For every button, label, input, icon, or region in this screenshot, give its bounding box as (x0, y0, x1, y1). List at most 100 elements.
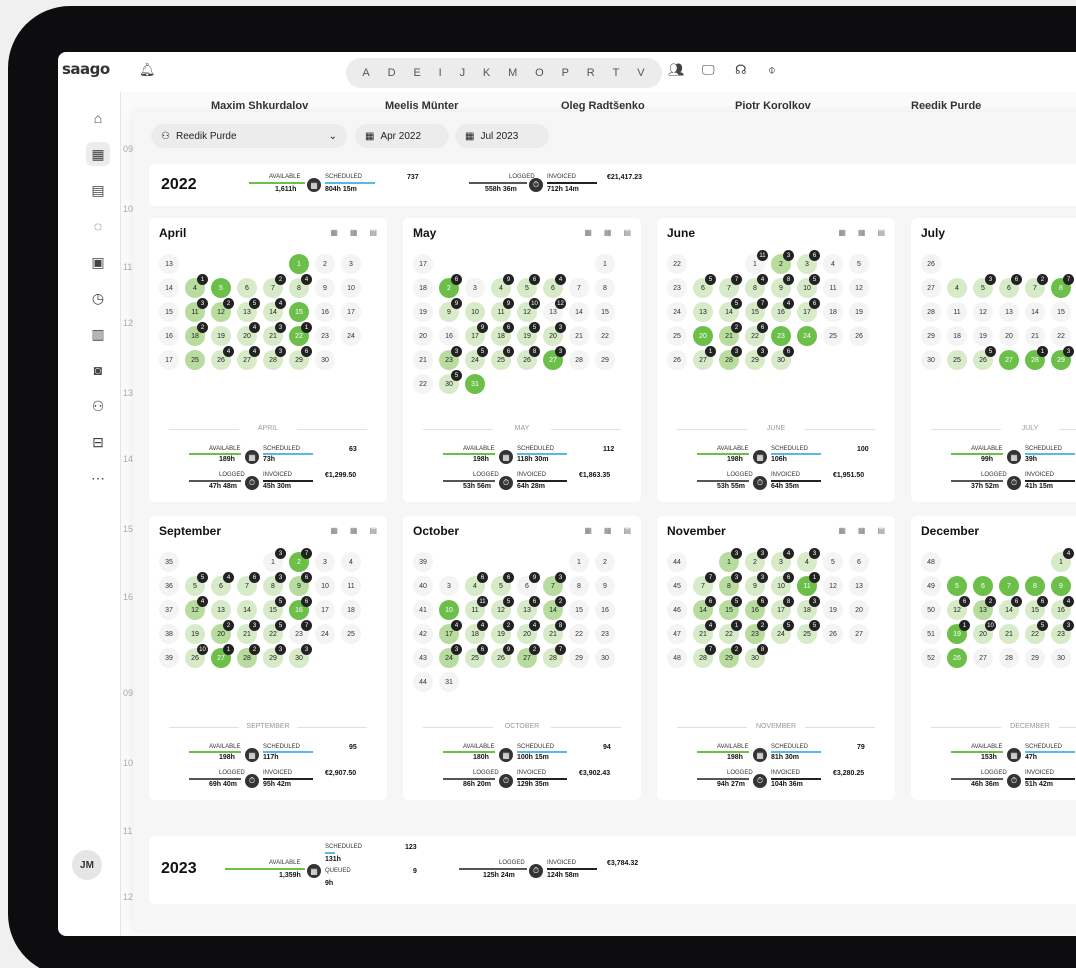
day-cell[interactable]: 4 (341, 552, 361, 572)
day-cell[interactable]: 11 (823, 278, 843, 298)
day-cell[interactable]: 18 2 (185, 322, 208, 346)
letter-filter-a[interactable]: A (362, 67, 370, 79)
day-cell[interactable]: 21 2 (719, 322, 742, 346)
day-cell[interactable]: 23 7 (289, 620, 312, 644)
day-cell[interactable]: 30 (315, 350, 335, 370)
day-cell[interactable]: 28 (999, 648, 1019, 668)
day-cell[interactable]: 9 (595, 576, 615, 596)
day-cell[interactable]: 27 (849, 624, 869, 644)
day-cell[interactable]: 7 (999, 576, 1019, 596)
day-cell[interactable]: 1 (289, 254, 309, 274)
day-cell[interactable]: 25 (341, 624, 361, 644)
day-cell[interactable]: 5 (823, 552, 843, 572)
day-cell[interactable]: 13 5 (237, 298, 260, 322)
day-cell[interactable]: 15 7 (745, 298, 768, 322)
day-cell[interactable]: 11 11 (465, 596, 488, 620)
day-cell[interactable]: 17 4 (439, 620, 462, 644)
day-cell[interactable]: 29 (569, 648, 589, 668)
day-cell[interactable]: 49 (491, 274, 514, 298)
day-cell[interactable]: 10 (315, 576, 335, 596)
calendar-icon[interactable]: ▦ (86, 142, 110, 166)
day-cell[interactable]: 24 (797, 326, 817, 346)
day-cell[interactable]: 24 (341, 326, 361, 346)
day-cell[interactable]: 20 2 (211, 620, 234, 644)
day-cell[interactable]: 23 (771, 326, 791, 346)
day-cell[interactable]: 25 6 (491, 346, 514, 370)
more-icon[interactable]: ⋯ (86, 466, 110, 490)
calendar-icon[interactable]: ▦ (330, 228, 338, 237)
day-cell[interactable]: 10 6 (771, 572, 794, 596)
day-cell[interactable]: 30 6 (771, 346, 794, 370)
calendar-check-icon[interactable]: ▦ (858, 526, 866, 535)
letter-filter-i[interactable]: I (439, 67, 443, 79)
day-cell[interactable]: 22 5 (263, 620, 286, 644)
day-cell[interactable]: 25 (185, 350, 205, 370)
day-cell[interactable]: 26 (849, 326, 869, 346)
clipboard-icon[interactable]: ▤ (86, 178, 110, 202)
day-cell[interactable]: 8 (595, 278, 615, 298)
day-cell[interactable]: 13 (719, 548, 742, 572)
day-cell[interactable]: 16 (439, 326, 459, 346)
day-cell[interactable]: 22 6 (745, 322, 768, 346)
calendar-icon[interactable]: ▦ (330, 526, 338, 535)
day-cell[interactable]: 18 (947, 326, 967, 346)
day-cell[interactable]: 1 (595, 254, 615, 274)
day-cell[interactable]: 77 (719, 274, 742, 298)
day-cell[interactable]: 20 (693, 326, 713, 346)
day-cell[interactable]: 29 6 (289, 346, 312, 370)
day-cell[interactable]: 4 (947, 278, 967, 298)
day-cell[interactable]: 18 (341, 600, 361, 620)
day-cell[interactable]: 2 (595, 552, 615, 572)
day-cell[interactable]: 27 1 (693, 346, 716, 370)
day-cell[interactable]: 19 (823, 600, 843, 620)
day-cell[interactable]: 15 6 (1025, 596, 1048, 620)
day-cell[interactable]: 43 (797, 548, 820, 572)
day-cell[interactable]: 26 10 (185, 644, 208, 668)
calendar-check-icon[interactable]: ▦ (350, 228, 358, 237)
day-cell[interactable]: 2 (315, 254, 335, 274)
day-cell[interactable]: 9 (1051, 576, 1071, 596)
day-cell[interactable]: 30 8 (745, 644, 768, 668)
day-cell[interactable]: 84 (745, 274, 768, 298)
day-cell[interactable]: 26 4 (211, 346, 234, 370)
day-cell[interactable]: 41 (185, 274, 208, 298)
day-cell[interactable]: 1 (569, 552, 589, 572)
day-cell[interactable]: 69 (517, 572, 540, 596)
day-cell[interactable]: 12 5 (491, 596, 514, 620)
day-cell[interactable]: 6 (849, 552, 869, 572)
day-cell[interactable]: 83 (263, 572, 286, 596)
day-cell[interactable]: 17 6 (797, 298, 820, 322)
day-cell[interactable]: 27 (999, 350, 1019, 370)
day-cell[interactable]: 17 (315, 600, 335, 620)
calendar-check-icon[interactable]: ▦ (858, 228, 866, 237)
day-cell[interactable]: 30 3 (289, 644, 312, 668)
mouse-icon[interactable]: ⌽ (768, 62, 776, 78)
day-cell[interactable]: 17 8 (771, 596, 794, 620)
day-cell[interactable]: 11 9 (491, 298, 514, 322)
day-cell[interactable]: 10 5 (797, 274, 820, 298)
day-cell[interactable]: 22 1 (719, 620, 742, 644)
day-cell[interactable]: 5 (211, 278, 231, 298)
day-cell[interactable]: 21 (569, 326, 589, 346)
day-cell[interactable]: 9 (315, 278, 335, 298)
day-cell[interactable]: 27 (973, 648, 993, 668)
day-cell[interactable]: 23 (595, 624, 615, 644)
calendar-icon[interactable]: ▦ (584, 526, 592, 535)
day-cell[interactable]: 30 (595, 648, 615, 668)
day-cell[interactable]: 20 10 (973, 620, 996, 644)
day-cell[interactable]: 26 9 (491, 644, 514, 668)
day-cell[interactable]: 25 5 (797, 620, 820, 644)
day-cell[interactable]: 3 (341, 254, 361, 274)
day-cell[interactable]: 25 (823, 326, 843, 346)
day-cell[interactable]: 29 3 (1051, 346, 1074, 370)
day-cell[interactable]: 28 7 (693, 644, 716, 668)
day-cell[interactable]: 12 4 (185, 596, 208, 620)
day-cell[interactable]: 15 (289, 302, 309, 322)
day-cell[interactable]: 14 (1025, 302, 1045, 322)
day-cell[interactable]: 111 (745, 250, 768, 274)
day-cell[interactable]: 64 (543, 274, 566, 298)
day-cell[interactable]: 15 5 (719, 596, 742, 620)
day-cell[interactable]: 3 (439, 576, 459, 596)
day-cell[interactable]: 26 (823, 624, 843, 644)
day-cell[interactable]: 19 (849, 302, 869, 322)
